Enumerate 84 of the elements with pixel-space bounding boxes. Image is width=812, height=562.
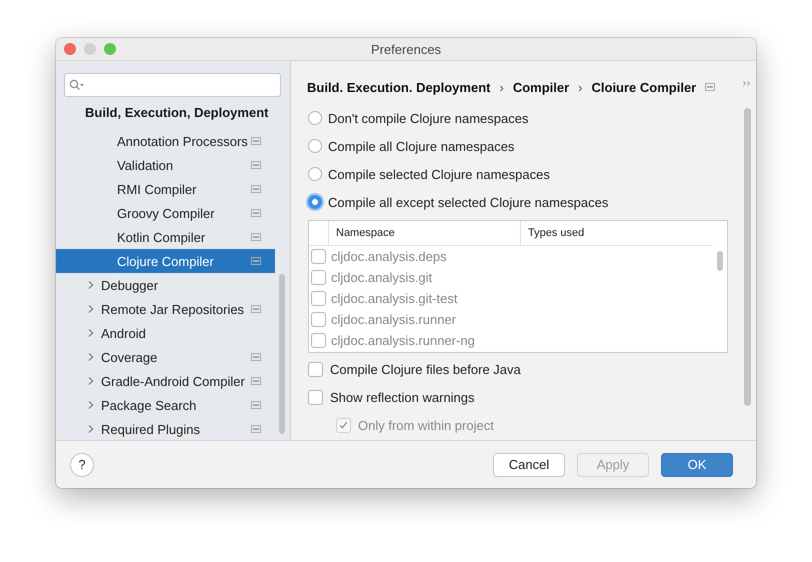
tree-item[interactable]: Coverage [56,345,275,369]
tree-item-label: RMI Compiler [117,182,198,196]
tree-item-label: Groovy Compiler [117,206,216,220]
radio-label: Compile all Clojure namespaces [328,138,514,154]
tree-item[interactable]: Clojure Compiler [56,249,275,273]
radio-option[interactable]: Don't compile Clojure namespaces [308,104,756,132]
column-header[interactable]: Types used [521,221,713,245]
row-checkbox[interactable] [311,270,326,285]
window-title: Preferences [370,42,442,56]
breadcrumb-separator: › [499,80,504,94]
row-checkbox[interactable] [311,333,326,348]
tree-item-label: Remote Jar Repositories [101,302,246,316]
tree-item-label: Annotation Processors [117,134,249,148]
tree-item-label: Coverage [101,350,158,364]
table-cell: cljdoc.analysis.deps [331,249,447,264]
checkbox-option[interactable]: Show reflection warnings [308,383,756,411]
chevron-right-icon[interactable] [87,424,95,434]
scrollbar-thumb[interactable] [279,274,285,434]
tree-item-label: Gradle-Android Compiler [101,374,246,388]
chevron-right-icon[interactable] [87,400,95,410]
table-cell: cljdoc.analysis.runner [331,312,456,327]
tree-item[interactable]: Annotation Processors [56,129,275,153]
close-button[interactable] [64,43,76,55]
radio-option[interactable]: Compile all Clojure namespaces [308,132,756,160]
tree-item[interactable]: Validation [56,153,275,177]
breadcrumb-item[interactable]: Compiler [512,80,570,94]
radio-button[interactable] [308,139,322,153]
dialog-button[interactable]: Cancel [493,452,565,476]
tree-item[interactable]: Gradle-Android Compiler [56,369,275,393]
radio-option[interactable]: Compile all except selected Clojure namespaces [308,188,756,216]
search-icon [69,79,85,91]
tree-item-label: Kotlin Compiler [117,230,206,244]
chevron-right-icon[interactable] [87,328,95,338]
chevron-right-icon[interactable] [87,280,95,290]
column-header[interactable]: Namespace [329,221,521,245]
tree-item[interactable]: RMI Compiler [56,177,275,201]
row-checkbox[interactable] [311,291,326,306]
checkbox-label: Show reflection warnings [330,390,475,404]
radio-button[interactable] [308,167,322,181]
checkbox[interactable] [308,390,323,404]
radio-label: Compile selected Clojure namespaces [328,166,550,182]
table-cell: cljdoc.analysis.git [331,270,432,285]
tree-item[interactable]: Groovy Compiler [56,201,275,225]
breadcrumb-separator: › [578,80,582,94]
tree-item-label: Debugger [101,278,160,292]
row-checkbox[interactable] [311,249,326,264]
radio-label: Compile all except selected Clojure namespaces [328,194,608,210]
tree-item[interactable]: Remote Jar Repositories [56,297,275,321]
tree-item[interactable]: Package Search [56,393,275,417]
checkmark-icon [338,420,349,430]
tree-item-label: Clojure Compiler [117,254,215,268]
tree-item-label: Required Plugins [101,422,202,436]
tree-item-label: Validation [117,158,174,172]
more-icon[interactable] [743,81,751,87]
dialog-button[interactable]: OK [661,452,733,476]
checkbox-label: Only from within project [358,418,494,432]
table-cell: cljdoc.analysis.runner-ng [331,333,475,348]
radio-option[interactable]: Compile selected Clojure namespaces [308,160,756,188]
table-cell: cljdoc.analysis.git-test [331,291,458,306]
search-field[interactable] [64,73,281,97]
breadcrumb-item[interactable]: Cloiure Compiler [592,80,696,94]
tree-item[interactable]: Kotlin Compiler [56,225,275,249]
chevron-right-icon[interactable] [87,376,95,386]
chevron-right-icon[interactable] [87,304,95,314]
radio-button[interactable] [308,111,322,125]
checkbox[interactable] [308,362,323,376]
checkbox-label: Compile Clojure files before Java [330,362,521,376]
tree-section-title[interactable]: Build, Execution, Deployment [56,101,290,125]
chevron-right-icon[interactable] [87,352,95,362]
help-button[interactable]: ? [70,452,94,476]
radio-button[interactable] [308,195,322,209]
tree-item[interactable]: Required Plugins [56,417,275,440]
row-checkbox[interactable] [311,312,326,327]
scrollbar-thumb[interactable] [717,251,723,271]
tree-item-label: Package Search [101,398,198,412]
tree-item[interactable]: Debugger [56,273,275,297]
tree-item[interactable]: Android [56,321,275,345]
tree-item-label: Android [101,326,147,340]
scrollbar-thumb[interactable] [744,108,751,406]
minimize-button[interactable] [84,43,96,55]
zoom-button[interactable] [104,43,116,55]
radio-label: Don't compile Clojure namespaces [328,110,528,126]
breadcrumb-item[interactable]: Build. Execution. Deployment [307,80,490,94]
checkbox-option[interactable]: Compile Clojure files before Java [308,355,756,383]
